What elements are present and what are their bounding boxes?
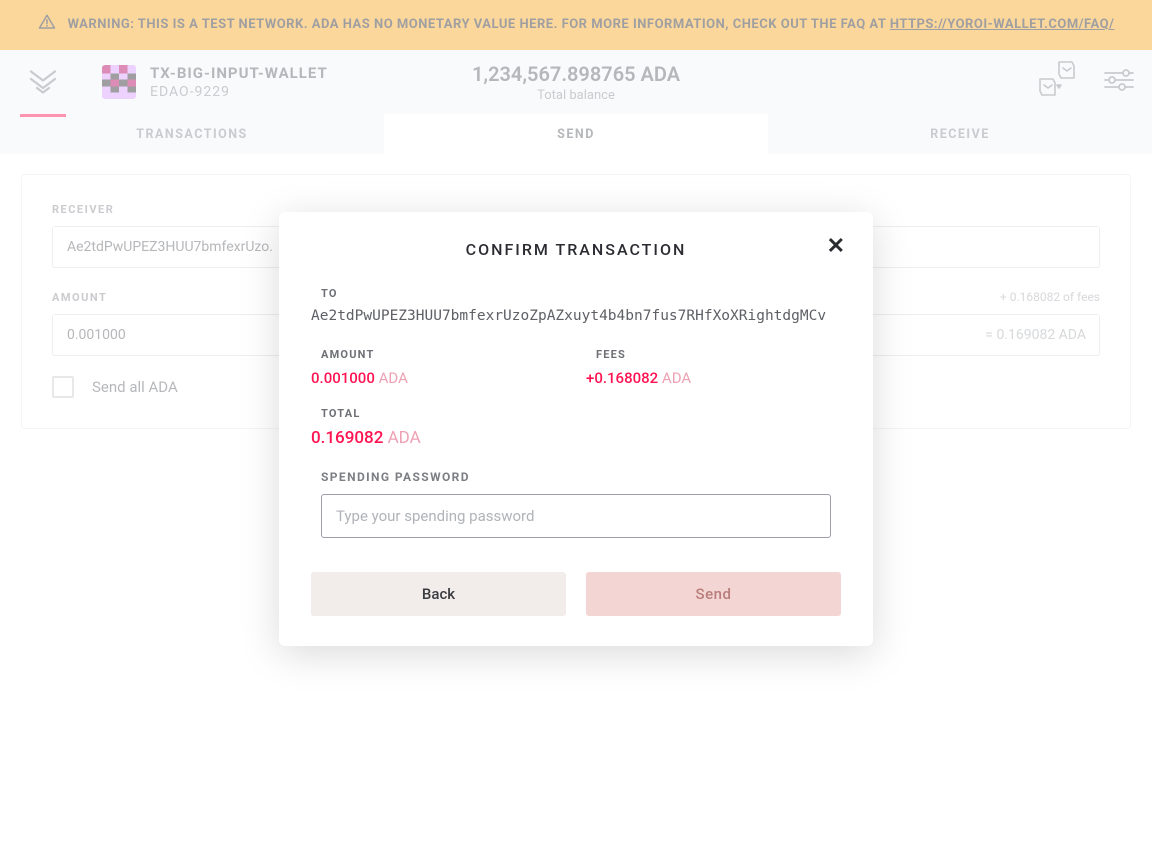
close-icon[interactable]: ✕ [827,236,845,258]
modal-total-label: TOTAL [321,407,841,420]
send-button[interactable]: Send [586,572,841,616]
modal-total-value: 0.169082 ADA [311,428,841,448]
modal-fees-currency: ADA [662,369,691,387]
modal-amount-value: 0.001000 ADA [311,369,526,387]
modal-title: CONFIRM TRANSACTION [311,240,841,259]
confirm-transaction-modal: CONFIRM TRANSACTION ✕ TO Ae2tdPwUPEZ3HUU… [279,212,873,646]
modal-to-address: Ae2tdPwUPEZ3HUU7bmfexrUzoZpAZxuyt4b4bn7f… [311,306,841,328]
modal-fees-number: +0.168082 [586,369,658,387]
modal-amount-currency: ADA [379,369,408,387]
modal-total-currency: ADA [388,428,421,448]
spending-password-input[interactable] [321,494,831,538]
modal-fees-value: +0.168082 ADA [586,369,691,387]
modal-amount-label: AMOUNT [321,348,526,361]
spending-password-label: SPENDING PASSWORD [321,470,831,484]
modal-total-number: 0.169082 [311,428,383,448]
back-button[interactable]: Back [311,572,566,616]
modal-fees-label: FEES [596,348,691,361]
modal-to-label: TO [321,287,841,300]
modal-amount-number: 0.001000 [311,369,375,387]
